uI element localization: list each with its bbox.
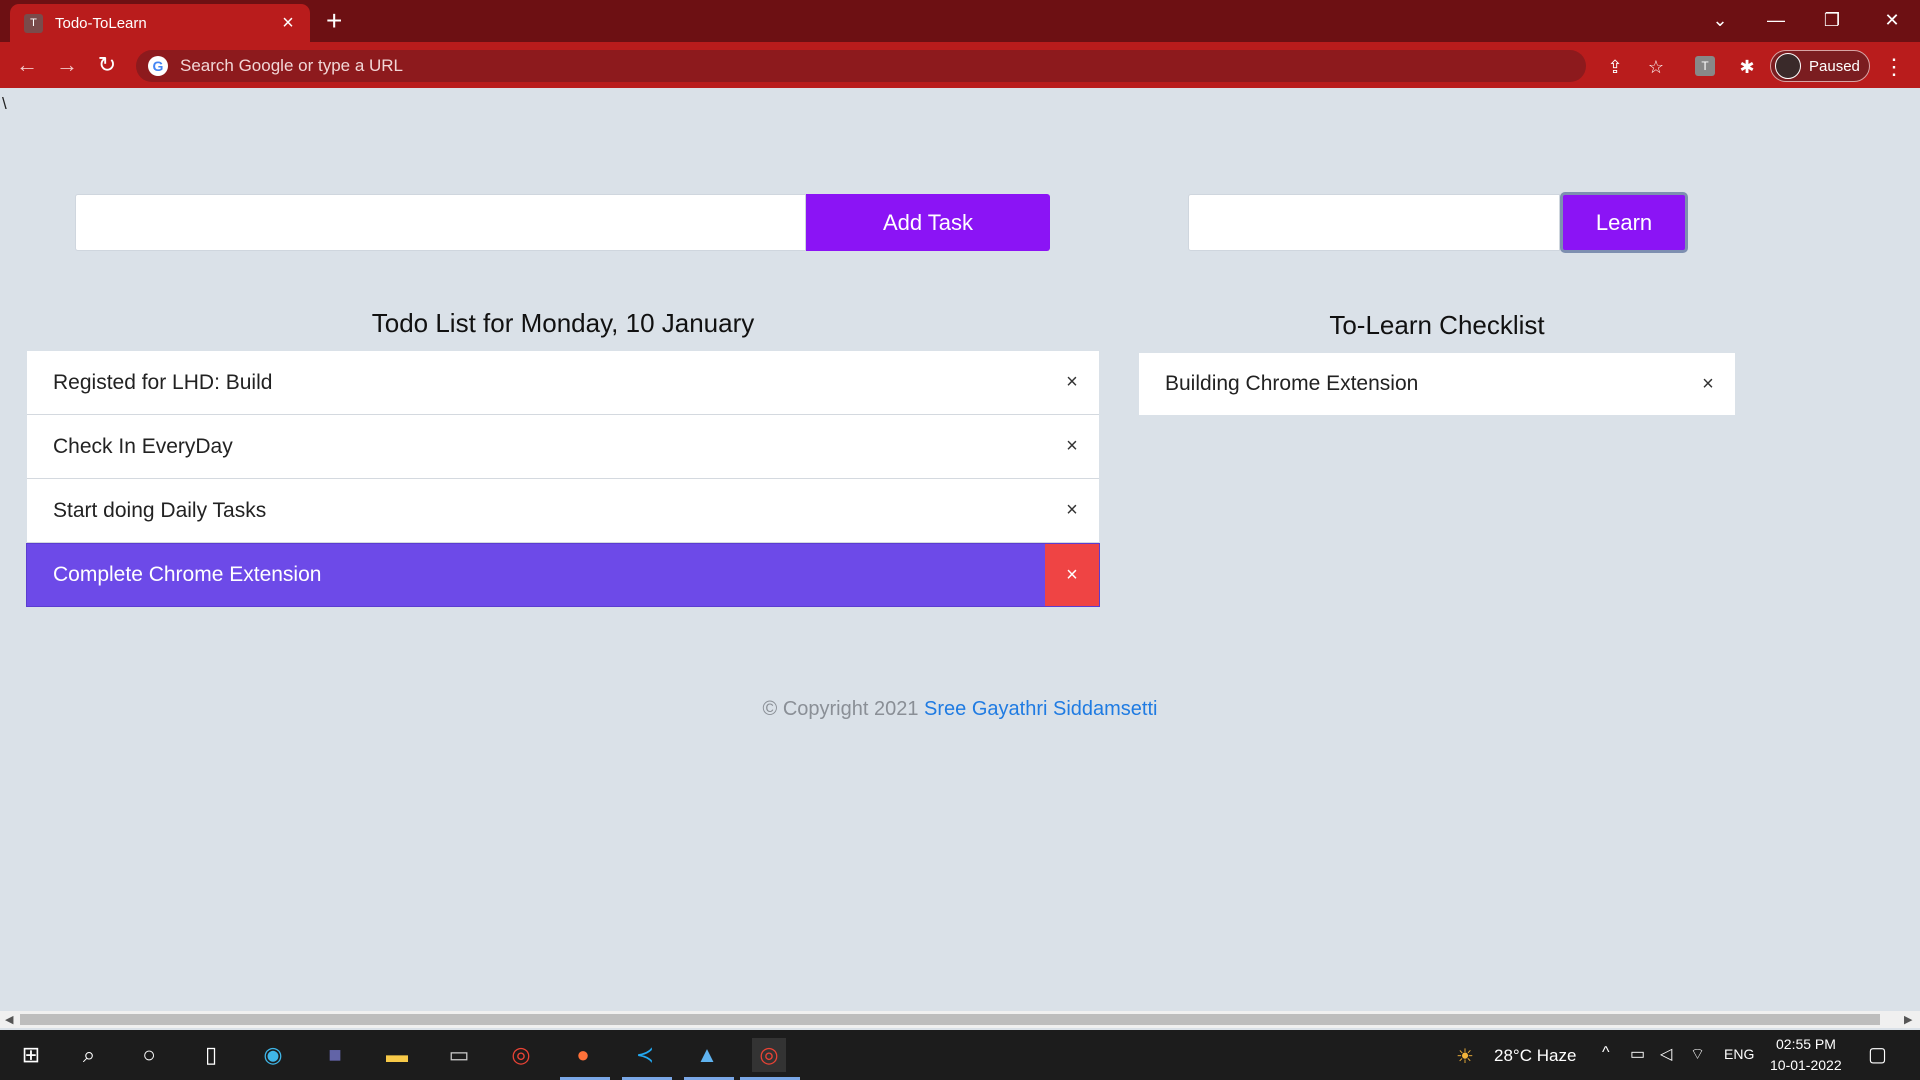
edge-icon[interactable]: ◉ — [256, 1038, 290, 1072]
volume-icon[interactable]: ◁ — [1660, 1044, 1672, 1064]
list-item: Building Chrome Extension × — [1139, 353, 1735, 415]
close-icon[interactable]: × — [1045, 479, 1099, 542]
language-indicator[interactable]: ENG — [1724, 1046, 1754, 1062]
file-explorer-icon[interactable]: ▬ — [380, 1038, 414, 1072]
close-icon[interactable]: × — [1045, 544, 1099, 606]
windows-taskbar: ⊞ ⌕ ○ ▯ ◉ ■ ▬ ▭ ◎ ● ≺ ▲ ◎ ☀ 28°C Haze ^ … — [0, 1030, 1920, 1080]
restore-icon[interactable]: ❐ — [1804, 0, 1860, 40]
todo-item-text: Check In EveryDay — [53, 434, 233, 458]
scroll-left-icon[interactable]: ◀ — [5, 1013, 13, 1026]
list-item: Registed for LHD: Build × — [27, 351, 1099, 415]
address-bar[interactable]: G Search Google or type a URL — [136, 50, 1586, 82]
share-icon[interactable]: ⇪ — [1600, 52, 1630, 82]
show-hidden-icons-icon[interactable]: ^ — [1602, 1044, 1610, 1062]
terminal-icon[interactable]: ▭ — [442, 1038, 476, 1072]
todo-input[interactable] — [75, 194, 806, 251]
scroll-right-icon[interactable]: ▶ — [1904, 1013, 1912, 1026]
cortana-icon[interactable]: ○ — [132, 1038, 166, 1072]
puzzle-icon[interactable]: ✱ — [1732, 52, 1762, 82]
photos-icon[interactable]: ▲ — [690, 1038, 724, 1072]
address-placeholder: Search Google or type a URL — [180, 56, 404, 75]
profile-button[interactable]: Paused — [1770, 50, 1870, 82]
chrome-profile-icon[interactable]: ◎ — [752, 1038, 786, 1072]
weather-text[interactable]: 28°C Haze — [1494, 1046, 1576, 1066]
battery-icon[interactable]: ▭ — [1630, 1044, 1645, 1064]
learn-item-text: Building Chrome Extension — [1165, 372, 1419, 395]
clock-date[interactable]: 10-01-2022 — [1770, 1057, 1842, 1073]
todo-item-text: Registed for LHD: Build — [53, 370, 273, 394]
learn-list-title: To-Learn Checklist — [1329, 310, 1545, 340]
extension-t-icon[interactable]: T — [1695, 56, 1715, 76]
close-icon[interactable]: × — [1045, 351, 1099, 414]
wifi-icon[interactable]: ⌔ — [1690, 1044, 1705, 1064]
tab-search-icon[interactable]: ⌄ — [1692, 0, 1748, 40]
add-task-button[interactable]: Add Task — [806, 194, 1050, 251]
author-link[interactable]: Sree Gayathri Siddamsetti — [924, 698, 1157, 720]
forward-icon[interactable]: → — [52, 50, 82, 80]
tab-title: Todo-ToLearn — [55, 14, 147, 32]
profile-status: Paused — [1809, 57, 1860, 75]
browser-tab-bar: T Todo-ToLearn × + ⌄ — ❐ ✕ — [0, 0, 1920, 42]
firefox-icon[interactable]: ● — [566, 1038, 600, 1072]
close-window-icon[interactable]: ✕ — [1864, 0, 1920, 40]
clock-time[interactable]: 02:55 PM — [1776, 1036, 1836, 1052]
teams-icon[interactable]: ■ — [318, 1038, 352, 1072]
learn-button[interactable]: Learn — [1560, 192, 1688, 253]
search-icon[interactable]: ⌕ — [72, 1038, 106, 1072]
notifications-icon[interactable]: ▢ — [1868, 1042, 1887, 1067]
todo-list-title: Todo List for Monday, 10 January — [371, 308, 755, 338]
vscode-icon[interactable]: ≺ — [628, 1038, 662, 1072]
list-item: Check In EveryDay × — [27, 415, 1099, 479]
list-item-active[interactable]: Complete Chrome Extension × — [26, 543, 1100, 607]
todo-item-text: Complete Chrome Extension — [53, 563, 322, 586]
reload-icon[interactable]: ↻ — [92, 50, 122, 80]
star-icon[interactable]: ☆ — [1641, 52, 1671, 82]
scrollbar-thumb[interactable] — [20, 1014, 1880, 1025]
browser-tab[interactable]: T Todo-ToLearn × — [10, 4, 310, 42]
footer: © Copyright 2021 Sree Gayathri Siddamset… — [0, 698, 1920, 721]
learn-input[interactable] — [1188, 194, 1560, 251]
google-icon: G — [148, 56, 168, 76]
new-tab-button[interactable]: + — [326, 6, 342, 36]
horizontal-scrollbar[interactable]: ◀ ▶ — [0, 1011, 1920, 1028]
list-item: Start doing Daily Tasks × — [27, 479, 1099, 543]
stray-text: \ — [2, 94, 7, 113]
tab-favicon-icon: T — [24, 13, 43, 33]
close-icon[interactable]: × — [1045, 415, 1099, 478]
task-view-icon[interactable]: ▯ — [194, 1038, 228, 1072]
chrome-icon[interactable]: ◎ — [504, 1038, 538, 1072]
more-icon[interactable]: ⋮ — [1882, 52, 1906, 82]
close-icon[interactable]: × — [1681, 353, 1735, 415]
weather-icon: ☀ — [1456, 1046, 1474, 1068]
copyright-text: © Copyright 2021 — [762, 698, 925, 720]
tab-close-icon[interactable]: × — [278, 13, 298, 33]
back-icon[interactable]: ← — [12, 50, 42, 80]
avatar — [1775, 53, 1801, 79]
minimize-icon[interactable]: — — [1748, 0, 1804, 40]
todo-item-text: Start doing Daily Tasks — [53, 498, 267, 522]
windows-start-icon[interactable]: ⊞ — [14, 1038, 48, 1072]
